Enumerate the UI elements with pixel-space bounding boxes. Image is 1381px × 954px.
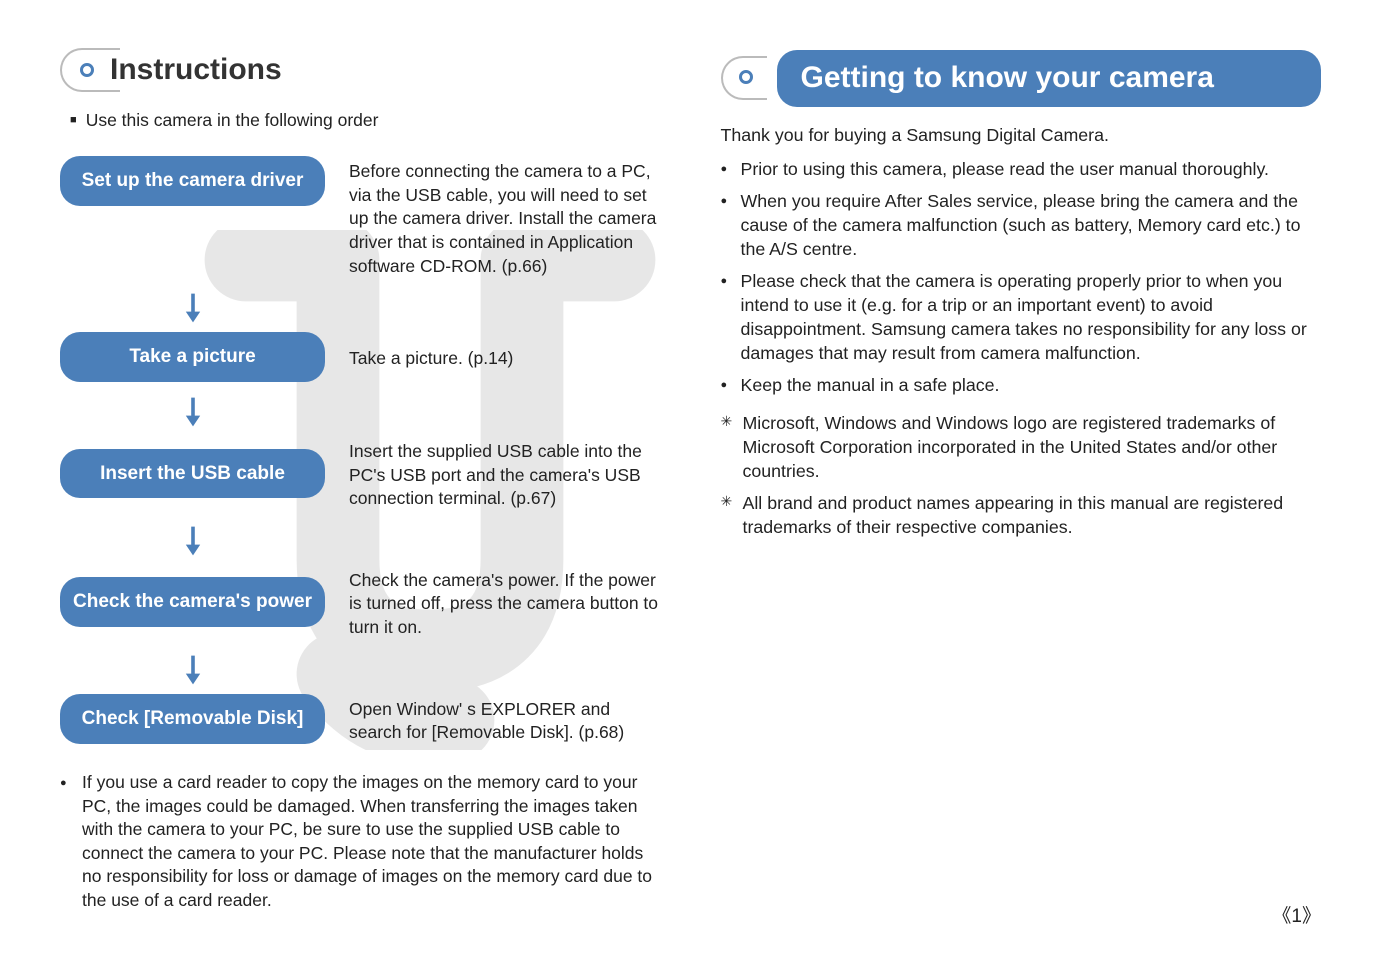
list-item: Microsoft, Windows and Windows logo are … [721,411,1322,483]
list-item: Prior to using this camera, please read … [721,157,1322,181]
step-desc: Open Window' s EXPLORER and search for [… [349,698,661,745]
flow-step: Check [Removable Disk] Open Window' s EX… [60,694,661,745]
list-item: Keep the manual in a safe place. [721,373,1322,397]
step-desc: Before connecting the camera to a PC, vi… [349,160,661,278]
page-columns: Instructions Use this camera in the foll… [60,50,1321,913]
flow-arrow [60,284,325,332]
page-number: 《1》 [1272,904,1321,930]
step-desc: Check the camera's power. If the power i… [349,569,661,640]
step-desc: Take a picture. (p.14) [349,347,661,371]
arrow-down-icon [184,654,202,686]
list-item: All brand and product names appearing in… [721,491,1322,539]
flow-arrow [60,646,325,694]
step-pill: Set up the camera driver [60,156,325,206]
list-item: When you require After Sales service, pl… [721,189,1322,261]
trademark-list: Microsoft, Windows and Windows logo are … [721,411,1322,539]
left-column: Instructions Use this camera in the foll… [60,50,661,913]
flow-arrow [60,517,325,565]
step-pill: Check the camera's power [60,577,325,627]
flow-step: Check the camera's power Check the camer… [60,565,661,640]
right-intro: Thank you for buying a Samsung Digital C… [721,123,1322,147]
arrow-down-icon [184,396,202,428]
right-column: Getting to know your camera Thank you fo… [721,50,1322,913]
instruction-flow: Set up the camera driver Before connecti… [60,156,661,751]
step-desc: Insert the supplied USB cable into the P… [349,440,661,511]
flow-step: Insert the USB cable Insert the supplied… [60,436,661,511]
arrow-down-icon [184,525,202,557]
left-intro: Use this camera in the following order [70,109,661,133]
step-pill: Check [Removable Disk] [60,694,325,744]
left-title-header: Instructions [60,50,661,91]
step-pill: Take a picture [60,332,325,382]
getting-to-know-title: Getting to know your camera [777,50,1322,107]
flow-step: Set up the camera driver Before connecti… [60,156,661,278]
list-item: Please check that the camera is operatin… [721,269,1322,365]
right-bullet-list: Prior to using this camera, please read … [721,157,1322,397]
left-footnote: If you use a card reader to copy the ima… [60,771,661,913]
right-title-header: Getting to know your camera [721,50,1322,107]
step-pill: Insert the USB cable [60,449,325,499]
instructions-title: Instructions [110,50,282,91]
arrow-down-icon [184,292,202,324]
flow-step: Take a picture Take a picture. (p.14) [60,332,661,382]
flow-arrow [60,388,325,436]
header-dot-icon [739,70,753,84]
